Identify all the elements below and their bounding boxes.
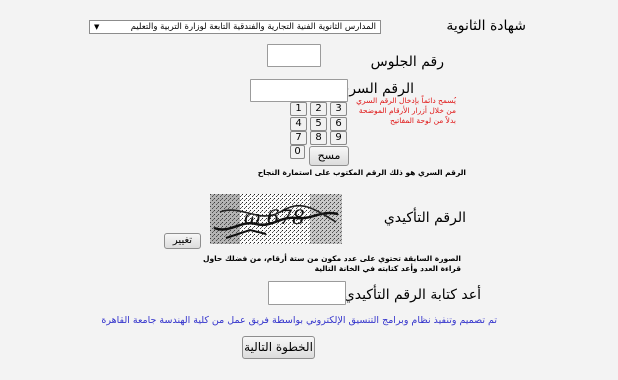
credit-note: تم تصميم وتنفيذ نظام وبرامج التنسيق الإل… xyxy=(101,315,497,326)
reenter-confirmation-label: أعد كتابة الرقم التأكيدي xyxy=(343,287,481,303)
password-source-note: الرقم السري هو ذلك الرقم المكتوب على است… xyxy=(257,168,466,177)
chevron-down-icon[interactable]: ▼ xyxy=(94,21,99,33)
keypad-key-4[interactable]: 4 xyxy=(290,117,307,131)
change-captcha-button[interactable]: تغيير xyxy=(164,233,201,249)
keypad-key-3[interactable]: 3 xyxy=(330,102,347,116)
password-keypad-hint: يُسمح دائماً بإدخال الرقم السري من خلال … xyxy=(356,96,456,125)
captcha-image: ω 678 xyxy=(210,194,342,244)
confirmation-number-label: الرقم التأكيدي xyxy=(383,210,466,226)
reenter-confirmation-input[interactable] xyxy=(268,281,346,305)
seat-number-label: رقم الجلوس xyxy=(370,54,444,70)
seat-number-input[interactable] xyxy=(267,44,321,67)
keypad-key-7[interactable]: 7 xyxy=(290,131,307,145)
keypad-key-2[interactable]: 2 xyxy=(310,102,327,116)
keypad-key-9[interactable]: 9 xyxy=(330,131,347,145)
school-certificate-select[interactable]: المدارس الثانوية الفنية التجارية والفندق… xyxy=(89,20,381,34)
keypad-key-6[interactable]: 6 xyxy=(330,117,347,131)
keypad-key-8[interactable]: 8 xyxy=(310,131,327,145)
captcha-digits-graphic: ω 678 xyxy=(244,205,305,229)
next-step-button[interactable]: الخطوة التالية xyxy=(242,336,315,359)
captcha-hint: الصورة السابقة تحتوي على عدد مكون من ستة… xyxy=(202,254,461,273)
keypad-clear-button[interactable]: مسح xyxy=(309,146,349,166)
school-certificate-label: شهادة الثانوية xyxy=(446,18,526,34)
password-input[interactable] xyxy=(250,79,348,102)
keypad-key-5[interactable]: 5 xyxy=(310,117,327,131)
school-certificate-value: المدارس الثانوية الفنية التجارية والفندق… xyxy=(130,22,376,32)
keypad-key-0[interactable]: 0 xyxy=(290,145,305,159)
captcha-noise-graphic: ω 678 xyxy=(210,194,342,244)
password-label: الرقم السري xyxy=(338,81,414,97)
keypad-key-1[interactable]: 1 xyxy=(290,102,307,116)
